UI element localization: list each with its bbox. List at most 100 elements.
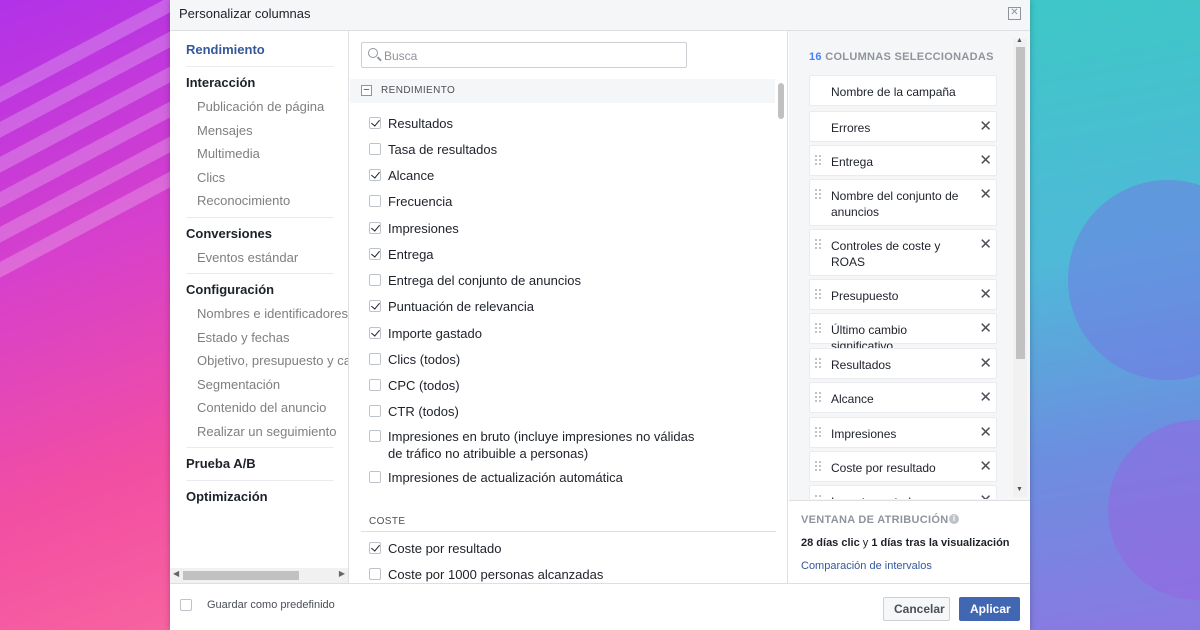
close-icon[interactable]: ✕	[1008, 7, 1021, 20]
metric-option[interactable]: Resultados	[369, 115, 453, 132]
metric-checkbox[interactable]	[369, 117, 381, 129]
search-input[interactable]	[384, 47, 674, 65]
metric-checkbox[interactable]	[369, 143, 381, 155]
selected-column-item[interactable]: Entrega ✕	[809, 145, 997, 176]
selected-column-item[interactable]: Alcance ✕	[809, 382, 997, 413]
selected-column-item[interactable]: Coste por resultado ✕	[809, 451, 997, 482]
nav-heading[interactable]: Interacción	[186, 71, 334, 95]
remove-icon[interactable]: ✕	[979, 287, 992, 302]
nav-item[interactable]: Segmentación	[186, 373, 334, 397]
info-icon[interactable]: i	[949, 514, 959, 524]
metric-option[interactable]: Importe gastado	[369, 325, 482, 342]
scroll-up-icon[interactable]: ▲	[1016, 37, 1023, 44]
metric-option[interactable]: Entrega del conjunto de anuncios	[369, 272, 581, 289]
drag-handle-icon[interactable]	[815, 392, 823, 406]
collapse-icon[interactable]: −	[361, 85, 372, 96]
remove-icon[interactable]: ✕	[979, 237, 992, 252]
scrollbar-thumb[interactable]	[183, 571, 299, 580]
metric-option[interactable]: Impresiones de actualización automática	[369, 469, 623, 486]
nav-heading[interactable]: Optimización	[186, 485, 334, 509]
metric-option[interactable]: Coste por resultado	[369, 540, 501, 557]
drag-handle-icon[interactable]	[815, 155, 823, 169]
nav-item[interactable]: Eventos estándar	[186, 246, 334, 270]
save-default-checkbox[interactable]	[180, 599, 192, 611]
metric-checkbox[interactable]	[369, 327, 381, 339]
compare-windows-link[interactable]: Comparación de intervalos	[801, 560, 932, 572]
scroll-right-icon[interactable]: ▶	[339, 569, 345, 578]
scrollbar-thumb[interactable]	[1016, 47, 1025, 359]
selected-column-item[interactable]: Presupuesto ✕	[809, 279, 997, 310]
remove-icon[interactable]: ✕	[979, 493, 992, 499]
metric-checkbox[interactable]	[369, 542, 381, 554]
nav-heading[interactable]: Conversiones	[186, 222, 334, 246]
nav-item[interactable]: Clics	[186, 166, 334, 190]
metric-checkbox[interactable]	[369, 222, 381, 234]
metric-checkbox[interactable]	[369, 405, 381, 417]
scroll-down-icon[interactable]: ▼	[1016, 486, 1023, 493]
metric-checkbox[interactable]	[369, 195, 381, 207]
metric-checkbox[interactable]	[369, 430, 381, 442]
remove-icon[interactable]: ✕	[979, 356, 992, 371]
drag-handle-icon[interactable]	[815, 427, 823, 441]
cancel-button[interactable]: Cancelar	[883, 597, 950, 621]
remove-icon[interactable]: ✕	[979, 459, 992, 474]
remove-icon[interactable]: ✕	[979, 119, 992, 134]
metric-option[interactable]: Clics (todos)	[369, 351, 460, 368]
apply-button[interactable]: Aplicar	[959, 597, 1020, 621]
drag-handle-icon[interactable]	[815, 239, 823, 253]
remove-icon[interactable]: ✕	[979, 425, 992, 440]
metric-option[interactable]: CTR (todos)	[369, 403, 459, 420]
search-box[interactable]	[361, 42, 687, 68]
selected-column-item[interactable]: Nombre del conjunto de anuncios ✕	[809, 179, 997, 226]
drag-handle-icon[interactable]	[815, 323, 823, 337]
nav-item[interactable]: Nombres e identificadores d	[186, 302, 348, 326]
nav-item[interactable]: Mensajes	[186, 119, 334, 143]
metric-option[interactable]: Puntuación de relevancia	[369, 298, 534, 315]
drag-handle-icon[interactable]	[815, 289, 823, 303]
drag-handle-icon[interactable]	[815, 495, 823, 499]
nav-item[interactable]: Publicación de página	[186, 95, 334, 119]
scroll-left-icon[interactable]: ◀	[173, 569, 179, 578]
remove-icon[interactable]: ✕	[979, 153, 992, 168]
metric-checkbox[interactable]	[369, 353, 381, 365]
nav-item[interactable]: Multimedia	[186, 142, 334, 166]
drag-handle-icon[interactable]	[815, 189, 823, 203]
metric-option[interactable]: Entrega	[369, 246, 434, 263]
selected-column-item[interactable]: Impresiones ✕	[809, 417, 997, 448]
nav-item[interactable]: Objetivo, presupuesto y cal	[186, 349, 348, 373]
drag-handle-icon[interactable]	[815, 358, 823, 372]
selected-column-item[interactable]: Errores ✕	[809, 111, 997, 142]
metric-option[interactable]: Coste por 1000 personas alcanzadas	[369, 566, 603, 583]
remove-icon[interactable]: ✕	[979, 390, 992, 405]
metric-option[interactable]: Impresiones en bruto (incluye impresione…	[369, 428, 698, 462]
metric-checkbox[interactable]	[369, 471, 381, 483]
metric-checkbox[interactable]	[369, 568, 381, 580]
horizontal-scrollbar[interactable]: ◀ ▶	[170, 568, 348, 583]
nav-item[interactable]: Reconocimiento	[186, 189, 334, 213]
remove-icon[interactable]: ✕	[979, 321, 992, 336]
metric-option[interactable]: Impresiones	[369, 220, 459, 237]
selected-column-item[interactable]: Importe gastado ✕	[809, 485, 997, 499]
section-header-rendimiento[interactable]: − RENDIMIENTO	[350, 79, 775, 103]
metric-checkbox[interactable]	[369, 379, 381, 391]
drag-handle-icon[interactable]	[815, 461, 823, 475]
nav-heading[interactable]: Rendimiento	[186, 38, 334, 62]
metric-option[interactable]: CPC (todos)	[369, 377, 460, 394]
selected-column-item[interactable]: Controles de coste y ROAS ✕	[809, 229, 997, 276]
nav-item[interactable]: Contenido del anuncio	[186, 396, 334, 420]
metric-option[interactable]: Alcance	[369, 167, 434, 184]
nav-item[interactable]: Realizar un seguimiento	[186, 420, 336, 444]
selected-column-item[interactable]: Resultados ✕	[809, 348, 997, 379]
scrollbar-thumb[interactable]	[778, 83, 784, 119]
metric-option[interactable]: Frecuencia	[369, 193, 452, 210]
remove-icon[interactable]: ✕	[979, 187, 992, 202]
metric-checkbox[interactable]	[369, 169, 381, 181]
selected-column-item[interactable]: Nombre de la campaña	[809, 75, 997, 106]
nav-item[interactable]: Estado y fechas	[186, 326, 334, 350]
selected-column-item[interactable]: Último cambio significativo ✕	[809, 313, 997, 353]
metric-checkbox[interactable]	[369, 274, 381, 286]
metric-option[interactable]: Tasa de resultados	[369, 141, 497, 158]
nav-heading[interactable]: Prueba A/B	[186, 452, 334, 476]
metric-checkbox[interactable]	[369, 300, 381, 312]
nav-heading[interactable]: Configuración	[186, 278, 334, 302]
